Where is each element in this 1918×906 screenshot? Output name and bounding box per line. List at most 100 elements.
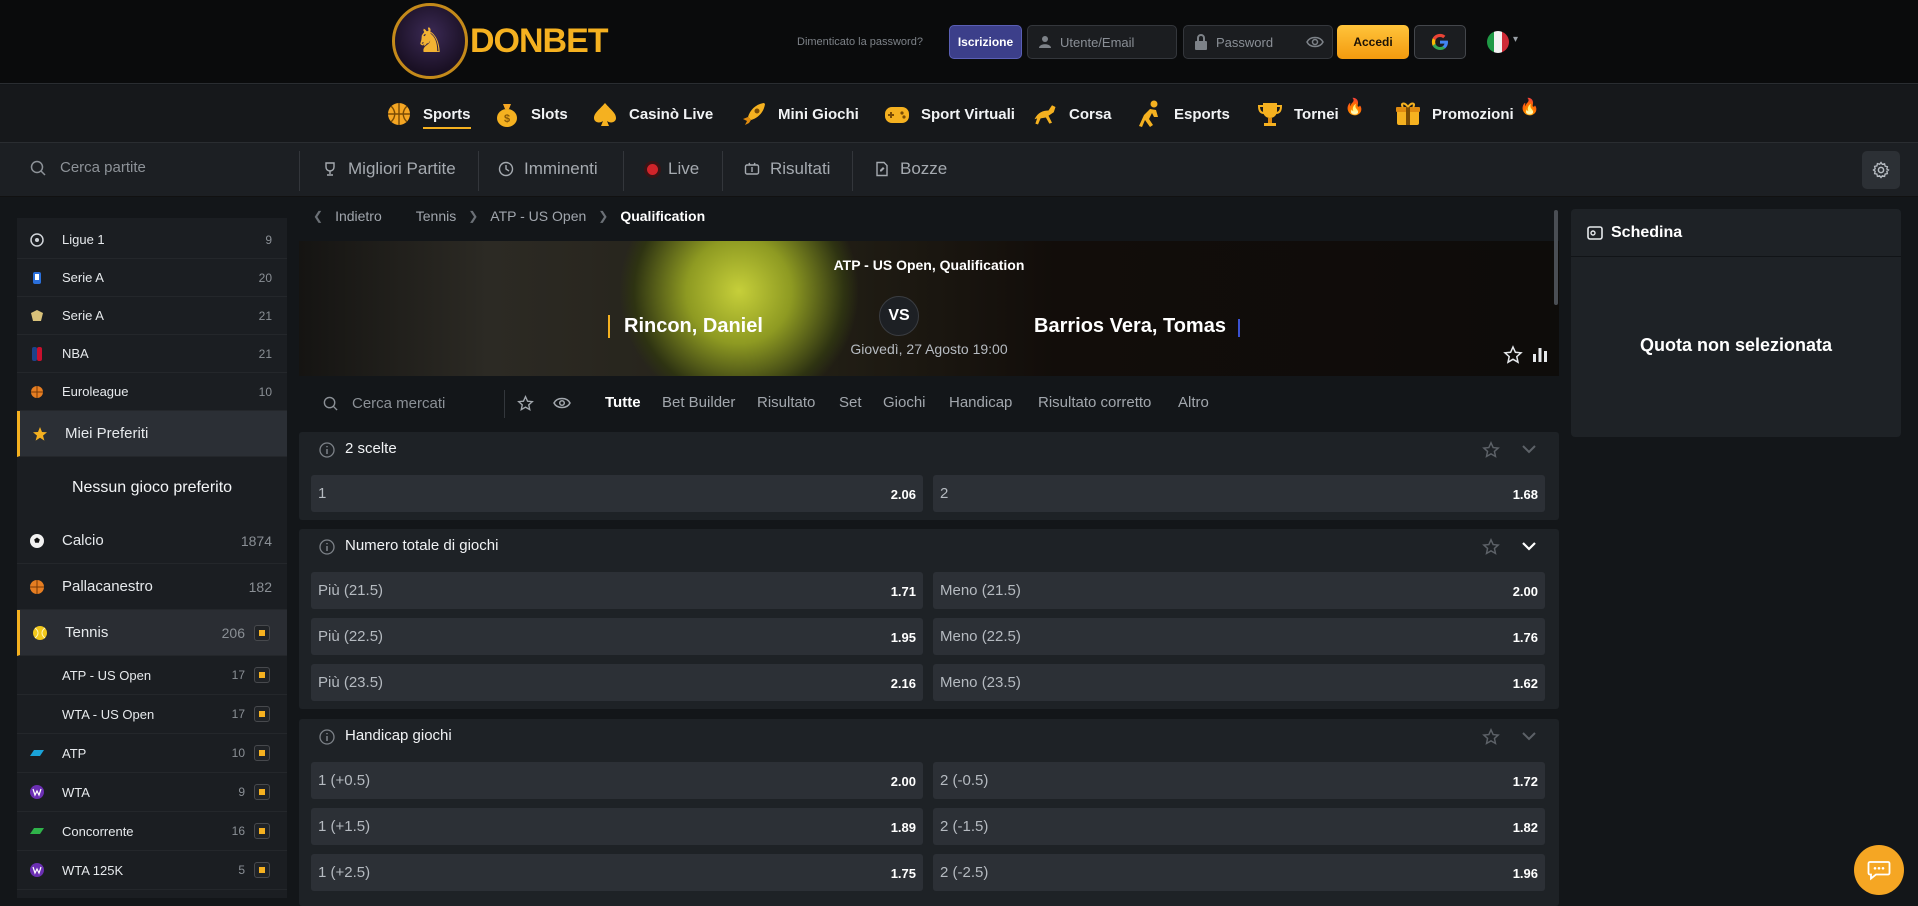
sidebar-league-serie-a[interactable]: Serie A 20: [17, 259, 287, 297]
checkbox-toggle[interactable]: [254, 745, 270, 761]
odd-button[interactable]: Più (22.5) 1.95: [311, 618, 923, 655]
language-flag-icon[interactable]: [1487, 31, 1509, 53]
checkbox-toggle[interactable]: [254, 624, 270, 641]
odd-button[interactable]: 2 (-2.5) 1.96: [933, 854, 1545, 891]
breadcrumb-item[interactable]: ATP - US Open: [490, 208, 586, 224]
favorite-star-icon[interactable]: [1482, 538, 1500, 556]
chevron-down-icon[interactable]: ▾: [1513, 34, 1518, 45]
odd-button[interactable]: 2 1.68: [933, 475, 1545, 512]
divider: [623, 151, 624, 191]
chevron-down-icon[interactable]: [1521, 443, 1537, 455]
sidebar-sport-calcio[interactable]: Calcio 1874: [17, 518, 287, 564]
market-header[interactable]: Handicap giochi: [299, 719, 1559, 753]
tab-imminenti[interactable]: Imminenti: [498, 159, 598, 179]
sidebar-league-wta-us-open[interactable]: WTA - US Open 17: [17, 695, 287, 734]
live-chat-button[interactable]: [1854, 845, 1904, 895]
show-password-icon[interactable]: [1306, 34, 1324, 50]
register-button[interactable]: Iscrizione: [949, 25, 1022, 59]
checkbox-toggle[interactable]: [254, 784, 270, 800]
search-markets-input[interactable]: Cerca mercati: [323, 395, 445, 412]
odd-button[interactable]: Meno (23.5) 1.62: [933, 664, 1545, 701]
chevron-left-icon[interactable]: ❮: [313, 209, 323, 223]
nav-slots[interactable]: $ Slots: [493, 95, 568, 133]
sidebar-league-ligue-1[interactable]: Ligue 1 9: [17, 221, 287, 259]
odd-button[interactable]: 2 (-0.5) 1.72: [933, 762, 1545, 799]
soccer-ball-icon: [29, 533, 45, 549]
nav-esports[interactable]: Esports: [1136, 95, 1230, 133]
market-tab-tutte[interactable]: Tutte: [605, 394, 641, 411]
odd-button[interactable]: Più (21.5) 1.71: [311, 572, 923, 609]
sidebar-my-favorites[interactable]: Miei Preferiti: [17, 411, 287, 457]
odd-button[interactable]: Più (23.5) 2.16: [311, 664, 923, 701]
sidebar-league-euroleague[interactable]: Euroleague 10: [17, 373, 287, 411]
chevron-down-icon[interactable]: [1521, 540, 1537, 552]
info-icon[interactable]: [319, 539, 335, 555]
chevron-down-icon[interactable]: [1521, 730, 1537, 742]
tab-risultati[interactable]: Risultati: [744, 159, 830, 179]
checkbox-toggle[interactable]: [254, 862, 270, 878]
market-tab-risultato-corretto[interactable]: Risultato corretto: [1038, 394, 1151, 411]
nav-sports[interactable]: Sports: [385, 95, 471, 133]
league-count: 17: [231, 668, 245, 682]
nav-sport-virtuali[interactable]: Sport Virtuali: [883, 95, 1015, 133]
settings-button[interactable]: [1862, 151, 1900, 189]
google-login-button[interactable]: [1414, 25, 1466, 59]
breadcrumb-item[interactable]: Tennis: [416, 208, 456, 224]
tab-bozze[interactable]: Bozze: [874, 159, 947, 179]
sidebar-league-wta-125k[interactable]: WTA 125K 5: [17, 851, 287, 890]
checkbox-toggle[interactable]: [254, 823, 270, 839]
sidebar-league-atp[interactable]: ATP 10: [17, 734, 287, 773]
checkbox-toggle[interactable]: [254, 667, 270, 683]
username-field[interactable]: Utente/Email: [1027, 25, 1177, 59]
market-tab-risultato[interactable]: Risultato: [757, 394, 815, 411]
market-tab-handicap[interactable]: Handicap: [949, 394, 1012, 411]
scrollbar-thumb[interactable]: [1554, 210, 1558, 305]
market-tab-bet-builder[interactable]: Bet Builder: [662, 394, 735, 411]
market-header[interactable]: 2 scelte: [299, 432, 1559, 466]
nav-mini-giochi[interactable]: Mini Giochi: [740, 95, 859, 133]
login-button[interactable]: Accedi: [1337, 25, 1409, 59]
market-header[interactable]: Numero totale di giochi: [299, 529, 1559, 563]
sidebar-league-nba[interactable]: NBA 21: [17, 335, 287, 373]
odd-button[interactable]: 1 (+0.5) 2.00: [311, 762, 923, 799]
back-link[interactable]: Indietro: [335, 208, 382, 224]
search-games-input[interactable]: Cerca partite: [30, 159, 146, 176]
forgot-password-link[interactable]: Dimenticato la password?: [797, 36, 923, 48]
password-field[interactable]: Password: [1183, 25, 1333, 59]
market-tab-altro[interactable]: Altro: [1178, 394, 1209, 411]
sidebar-league-serie-a[interactable]: Serie A 21: [17, 297, 287, 335]
favorite-star-icon[interactable]: [1503, 345, 1523, 365]
tab-migliori-partite[interactable]: Migliori Partite: [322, 159, 456, 179]
sidebar-league-atp-us-open[interactable]: ATP - US Open 17: [17, 656, 287, 695]
tab-live[interactable]: Live: [647, 159, 699, 179]
market-tab-set[interactable]: Set: [839, 394, 862, 411]
sidebar-league-wta[interactable]: WTA 9: [17, 773, 287, 812]
odd-button[interactable]: 2 (-1.5) 1.82: [933, 808, 1545, 845]
nav-corsa[interactable]: Corsa: [1031, 95, 1112, 133]
nav-casino-live[interactable]: Casinò Live: [591, 95, 713, 133]
favorite-star-icon[interactable]: [1482, 728, 1500, 746]
odd-button[interactable]: 1 (+2.5) 1.75: [311, 854, 923, 891]
sidebar-sport-tennis[interactable]: Tennis 206: [17, 610, 287, 656]
favorite-star-icon[interactable]: [1482, 441, 1500, 459]
info-icon[interactable]: [319, 442, 335, 458]
star-filter-icon[interactable]: [517, 395, 534, 412]
statistics-icon[interactable]: [1531, 345, 1549, 363]
odd-button[interactable]: Meno (22.5) 1.76: [933, 618, 1545, 655]
league-count: 9: [238, 785, 245, 799]
sidebar-league-concorrente[interactable]: Concorrente 16: [17, 812, 287, 851]
odd-button[interactable]: 1 2.06: [311, 475, 923, 512]
nav-tornei[interactable]: Tornei 🔥: [1256, 95, 1365, 133]
betslip-empty-text: Quota non selezionata: [1639, 335, 1833, 355]
odd-button[interactable]: Meno (21.5) 2.00: [933, 572, 1545, 609]
eye-icon[interactable]: [553, 396, 571, 410]
logo[interactable]: ♞ DONBET: [392, 3, 609, 79]
sidebar-sport-pallacanestro[interactable]: Pallacanestro 182: [17, 564, 287, 610]
checkbox-toggle[interactable]: [254, 706, 270, 722]
nav-label: Esports: [1174, 105, 1230, 123]
info-icon[interactable]: [319, 729, 335, 745]
market-tab-giochi[interactable]: Giochi: [883, 394, 926, 411]
odd-button[interactable]: 1 (+1.5) 1.89: [311, 808, 923, 845]
nav-promozioni[interactable]: Promozioni 🔥: [1394, 95, 1540, 133]
draft-icon: [876, 161, 888, 177]
